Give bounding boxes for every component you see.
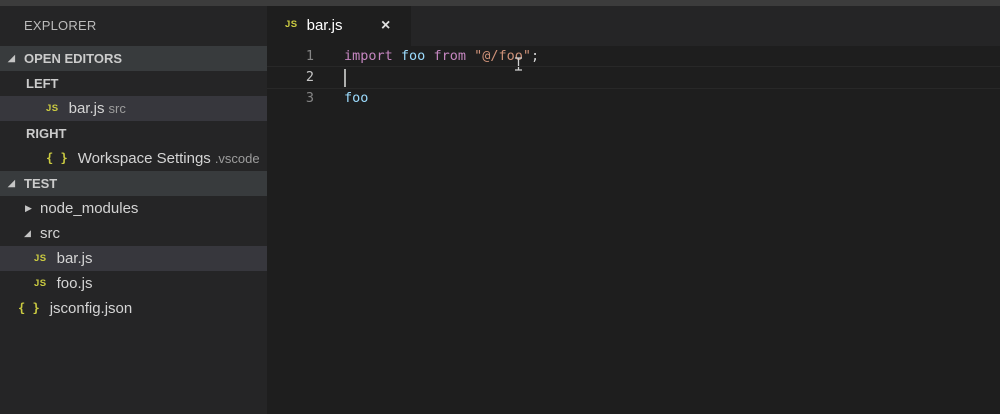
- code-token: import: [344, 48, 393, 64]
- code-editor[interactable]: 1 import foo from "@/foo"; 2 3 foo: [267, 46, 1000, 414]
- js-file-icon: JS: [285, 19, 298, 31]
- chevron-down-icon: ◢: [24, 228, 31, 238]
- code-token: foo: [400, 48, 426, 64]
- js-file-icon: JS: [34, 277, 47, 289]
- json-file-icon: { }: [46, 150, 68, 165]
- text-caret: [344, 69, 346, 87]
- open-editor-name: Workspace Settings: [77, 150, 211, 167]
- code-text: foo: [344, 88, 368, 109]
- tree-item-label: src: [40, 225, 60, 242]
- open-editors-header[interactable]: ◢ OPEN EDITORS: [0, 46, 267, 71]
- code-line-2: 2: [267, 66, 1000, 89]
- open-editor-workspace-settings[interactable]: { } Workspace Settings .vscode: [0, 146, 267, 171]
- js-file-icon: JS: [34, 252, 47, 264]
- tab-bar-js[interactable]: JS bar.js ×: [267, 6, 411, 46]
- open-editor-name: bar.js: [68, 100, 105, 117]
- tree-item-label: foo.js: [56, 275, 93, 292]
- editor-group-left[interactable]: LEFT: [0, 71, 267, 96]
- tree-item-label: bar.js: [56, 250, 93, 267]
- open-editor-description: .vscode: [214, 151, 260, 166]
- code-token: from: [433, 48, 466, 64]
- project-folder-header[interactable]: ◢ TEST: [0, 171, 267, 196]
- code-line-1: 1 import foo from "@/foo";: [267, 46, 1000, 71]
- tab-label: bar.js: [306, 17, 343, 34]
- chevron-down-icon: ◢: [8, 178, 15, 188]
- tree-item-jsconfig-json[interactable]: { } jsconfig.json: [0, 296, 267, 321]
- tree-item-label: node_modules: [40, 200, 139, 217]
- json-file-icon: { }: [18, 300, 40, 315]
- tree-item-src[interactable]: ◢ src: [0, 221, 267, 246]
- close-icon[interactable]: ×: [381, 6, 390, 46]
- open-editor-description: src: [108, 101, 126, 116]
- line-number: 3: [305, 90, 314, 106]
- chevron-down-icon: ◢: [8, 53, 15, 63]
- chevron-right-icon: ▶: [25, 203, 32, 213]
- editor-tab-bar: JS bar.js ×: [267, 6, 1000, 46]
- code-token: ;: [531, 48, 540, 64]
- explorer-sidebar: EXPLORER ◢ OPEN EDITORS LEFT JS bar.js src…: [0, 6, 267, 414]
- code-token: foo: [344, 90, 369, 106]
- open-editors-label: OPEN EDITORS: [24, 51, 123, 66]
- tree-item-label: jsconfig.json: [49, 300, 133, 317]
- project-folder-label: TEST: [24, 176, 58, 191]
- editor-group-right[interactable]: RIGHT: [0, 121, 267, 146]
- line-number: 2: [305, 69, 314, 85]
- line-number: 1: [305, 48, 314, 64]
- explorer-title: EXPLORER: [24, 18, 97, 33]
- code-line-3: 3 foo: [267, 88, 1000, 109]
- tree-item-bar-js[interactable]: JS bar.js: [0, 246, 267, 271]
- js-file-icon: JS: [46, 102, 59, 114]
- tree-item-foo-js[interactable]: JS foo.js: [0, 271, 267, 296]
- code-text: import foo from "@/foo";: [344, 46, 539, 67]
- open-editor-bar-js[interactable]: JS bar.js src: [0, 96, 267, 121]
- tree-item-node-modules[interactable]: ▶ node_modules: [0, 196, 267, 221]
